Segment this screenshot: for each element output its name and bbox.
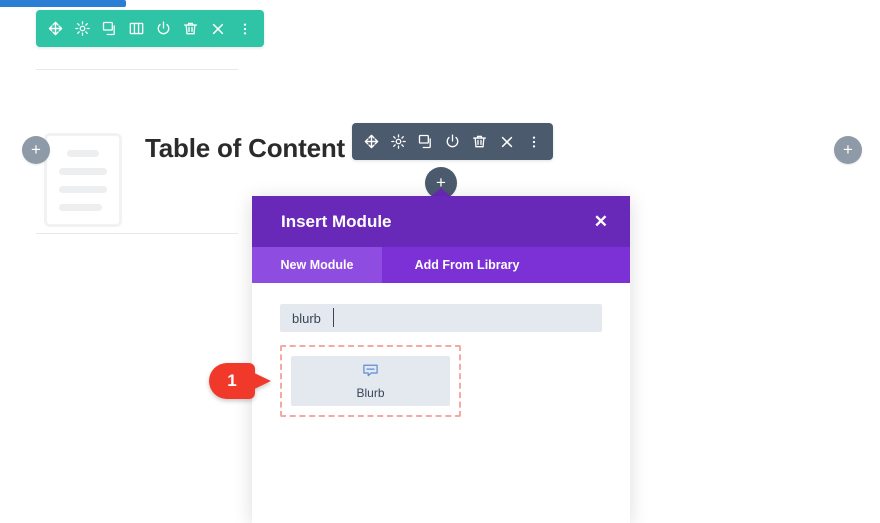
document-placeholder-icon bbox=[44, 133, 122, 227]
module-results-grid: Blurb bbox=[280, 345, 602, 417]
more-vertical-icon[interactable] bbox=[520, 123, 547, 160]
search-wrapper bbox=[280, 304, 602, 332]
module-tile-label: Blurb bbox=[356, 386, 385, 400]
move-icon[interactable] bbox=[358, 123, 385, 160]
content-divider-top bbox=[36, 69, 238, 70]
tab-add-from-library[interactable]: Add From Library bbox=[382, 247, 552, 283]
builder-canvas: Table of Content + + + Insert Module ✕ N… bbox=[0, 0, 880, 523]
insert-module-modal: Insert Module ✕ New Module Add From Libr… bbox=[252, 196, 630, 523]
add-section-right-button[interactable]: + bbox=[834, 136, 862, 164]
module-tile-blurb[interactable]: Blurb bbox=[291, 356, 450, 406]
more-vertical-icon[interactable] bbox=[231, 10, 258, 47]
plus-icon: + bbox=[843, 139, 853, 159]
tab-new-module[interactable]: New Module bbox=[252, 247, 382, 283]
step-badge-number: 1 bbox=[227, 371, 237, 390]
text-caret bbox=[333, 308, 334, 327]
module-highlight-outline: Blurb bbox=[280, 345, 461, 417]
modal-tabs: New Module Add From Library bbox=[252, 247, 630, 283]
blurb-speech-bubble-icon bbox=[362, 362, 379, 384]
modal-title: Insert Module bbox=[281, 211, 392, 231]
close-icon[interactable] bbox=[204, 10, 231, 47]
close-icon[interactable] bbox=[493, 123, 520, 160]
duplicate-icon[interactable] bbox=[96, 10, 123, 47]
close-icon[interactable]: ✕ bbox=[594, 213, 608, 230]
section-toolbar[interactable] bbox=[36, 10, 264, 47]
move-icon[interactable] bbox=[42, 10, 69, 47]
plus-icon: + bbox=[31, 139, 41, 159]
admin-bar bbox=[0, 0, 126, 7]
power-icon[interactable] bbox=[439, 123, 466, 160]
gear-icon[interactable] bbox=[385, 123, 412, 160]
row-toolbar[interactable] bbox=[352, 123, 553, 160]
modal-body: Blurb bbox=[252, 283, 630, 523]
gear-icon[interactable] bbox=[69, 10, 96, 47]
trash-icon[interactable] bbox=[466, 123, 493, 160]
add-section-left-button[interactable]: + bbox=[22, 136, 50, 164]
modal-header: Insert Module ✕ bbox=[252, 196, 630, 247]
page-title: Table of Content bbox=[145, 133, 345, 163]
power-icon[interactable] bbox=[150, 10, 177, 47]
columns-icon[interactable] bbox=[123, 10, 150, 47]
trash-icon[interactable] bbox=[177, 10, 204, 47]
step-badge-1: 1 bbox=[209, 363, 271, 399]
duplicate-icon[interactable] bbox=[412, 123, 439, 160]
search-input[interactable] bbox=[280, 304, 602, 332]
content-divider-bottom bbox=[36, 233, 238, 234]
